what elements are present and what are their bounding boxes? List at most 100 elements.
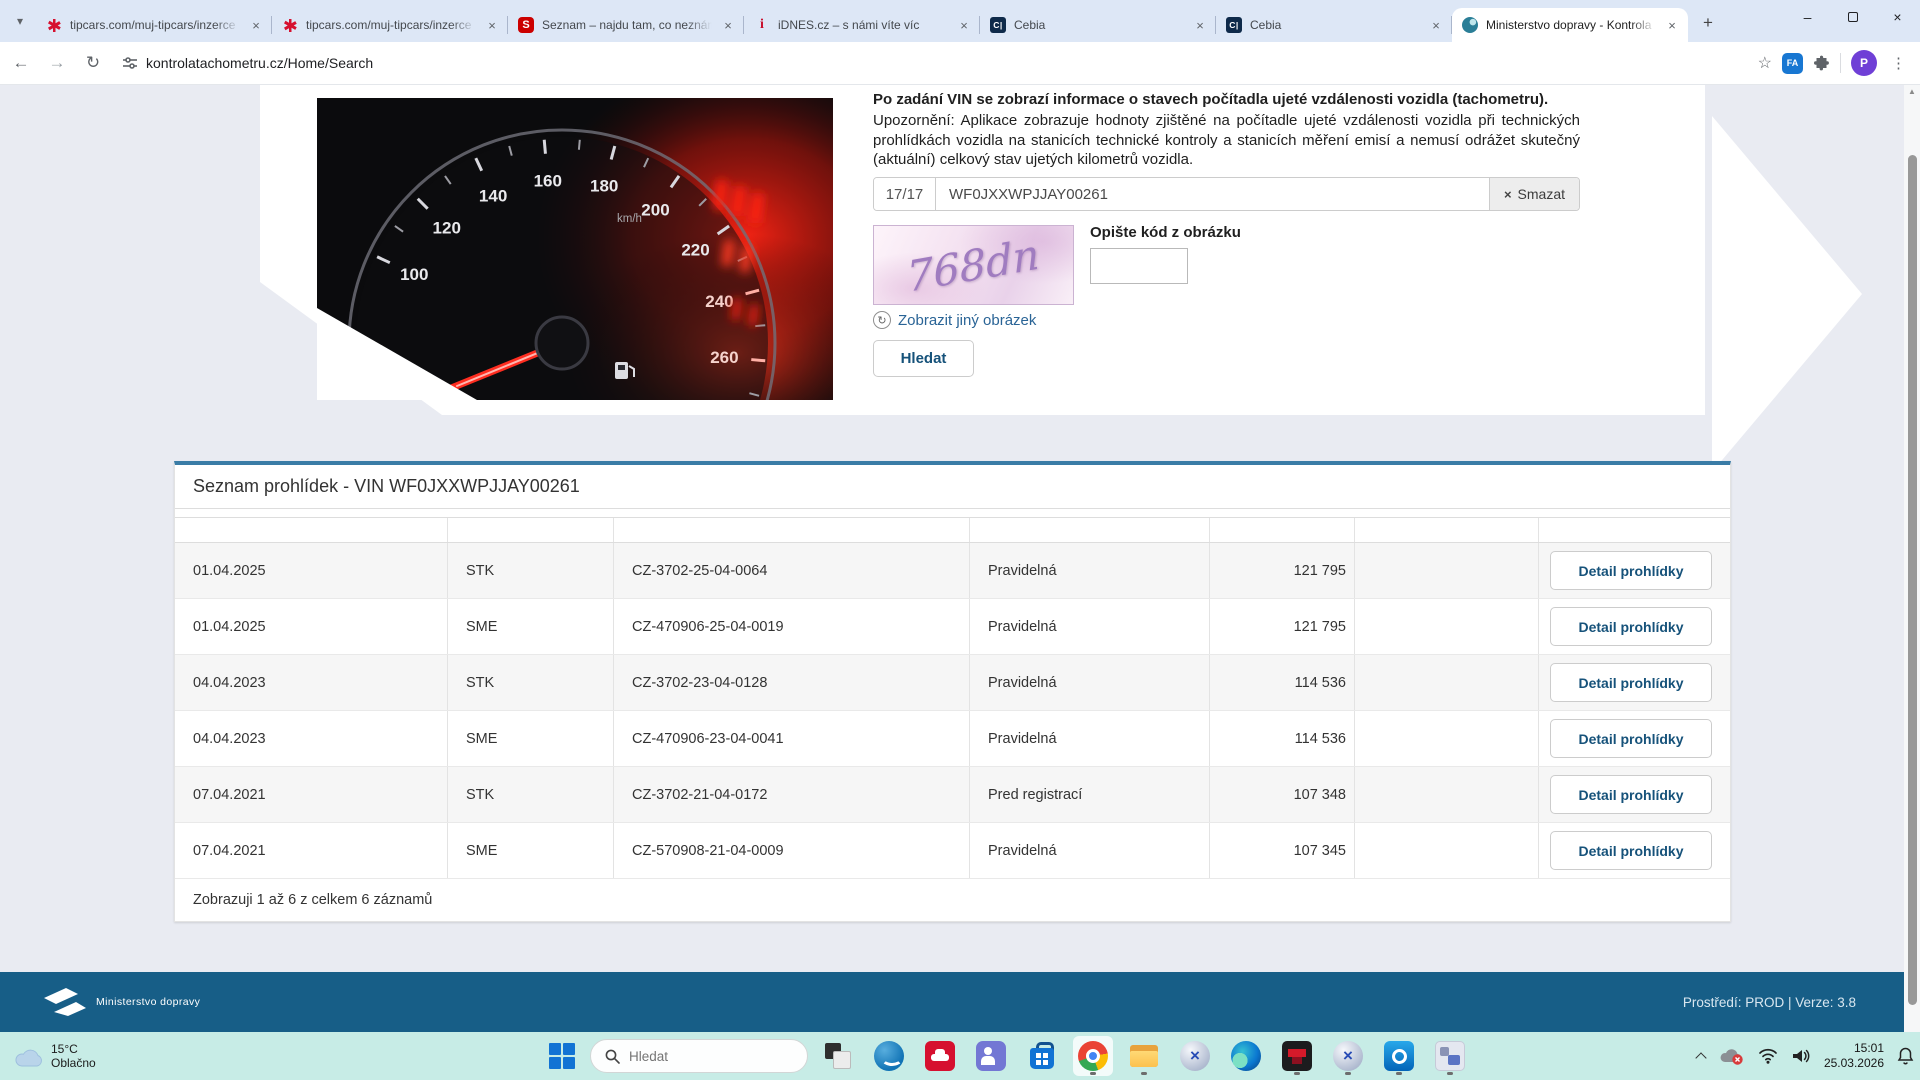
cebia-favicon-icon [990, 17, 1006, 33]
tab-search-button[interactable]: ▾ [6, 7, 34, 35]
vin-search-section: Po zadání VIN se zobrazí informace o sta… [873, 85, 1580, 465]
cell-datum: 01.04.2025 [175, 599, 447, 654]
browser-tab[interactable]: Ministerstvo dopravy - Kontrola × [1452, 8, 1688, 42]
tab-close-icon[interactable]: × [956, 17, 972, 33]
tab-close-icon[interactable]: × [1664, 17, 1680, 33]
taskbar: 15°C Oblačno [0, 1032, 1920, 1080]
cell-actions: Detail prohlídky [1538, 543, 1730, 598]
taskbar-search[interactable] [590, 1039, 808, 1073]
captcha-input[interactable] [1090, 248, 1188, 284]
tab-title: iDNES.cz – s námi víte víc [778, 18, 948, 32]
taskbar-edge-button[interactable] [1226, 1036, 1266, 1076]
inspection-row: 04.04.2023 SME CZ-470906-23-04-0041 Prav… [175, 711, 1730, 767]
cebia-favicon-icon [1226, 17, 1242, 33]
inspections-table: 01.04.2025 STK CZ-3702-25-04-0064 Pravid… [175, 517, 1730, 879]
cell-actions: Detail prohlídky [1538, 767, 1730, 822]
weather-widget[interactable]: 15°C Oblačno [14, 1042, 96, 1070]
taskbar-app-x-silver-button[interactable] [1175, 1036, 1215, 1076]
volume-icon[interactable] [1791, 1048, 1811, 1064]
browser-tab[interactable]: Cebia × [1216, 8, 1452, 42]
taskbar-outlook-button[interactable] [1379, 1036, 1419, 1076]
minimize-button[interactable]: – [1785, 0, 1830, 34]
browser-tab[interactable]: tipcars.com/muj-tipcars/inzerce × [36, 8, 272, 42]
column-header [447, 518, 613, 542]
clear-vin-label: Smazat [1518, 186, 1565, 202]
tray-chevron-up-icon[interactable] [1696, 1051, 1706, 1061]
site-footer: Ministerstvo dopravy Prostředí: PROD | V… [0, 972, 1920, 1032]
back-button[interactable]: ← [6, 48, 36, 78]
maximize-button[interactable] [1830, 0, 1875, 34]
browser-tab[interactable]: iDNES.cz – s námi víte víc × [744, 8, 980, 42]
tipcars-favicon-icon [282, 17, 298, 33]
close-button[interactable]: × [1875, 0, 1920, 34]
tab-close-icon[interactable]: × [484, 17, 500, 33]
taskbar-app-x-silver-2-button[interactable] [1328, 1036, 1368, 1076]
vin-input-group: 17/17 × Smazat [873, 177, 1580, 211]
cell-prohlidka: SME [447, 711, 613, 766]
taskbar-microsoft-store-button[interactable] [1022, 1036, 1062, 1076]
bookmark-star-icon[interactable]: ☆ [1758, 53, 1772, 73]
browser-menu-icon[interactable]: ⋮ [1887, 54, 1910, 72]
taskbar-puzzle-app-button[interactable] [1430, 1036, 1470, 1076]
refresh-captcha-link[interactable]: Zobrazit jiný obrázek [898, 312, 1036, 329]
dial-number: 200 [641, 200, 669, 219]
detail-button[interactable]: Detail prohlídky [1550, 775, 1712, 814]
cell-druh: Pravidelná [969, 543, 1209, 598]
tab-close-icon[interactable]: × [720, 17, 736, 33]
detail-button[interactable]: Detail prohlídky [1550, 607, 1712, 646]
taskbar-teams-button[interactable] [971, 1036, 1011, 1076]
window-controls: – × [1785, 0, 1920, 34]
taskbar-search-input[interactable] [629, 1049, 779, 1064]
tab-close-icon[interactable]: × [1192, 17, 1208, 33]
tab-close-icon[interactable]: × [1428, 17, 1444, 33]
taskbar-task-switcher-button[interactable] [818, 1036, 858, 1076]
browser-tab[interactable]: tipcars.com/muj-tipcars/inzerce × [272, 8, 508, 42]
cell-datum: 04.04.2023 [175, 711, 447, 766]
taskbar-file-explorer-button[interactable] [1124, 1036, 1164, 1076]
forward-button[interactable]: → [42, 48, 72, 78]
profile-avatar[interactable]: P [1851, 50, 1877, 76]
onedrive-error-icon[interactable] [1719, 1046, 1745, 1066]
clear-vin-button[interactable]: × Smazat [1489, 178, 1579, 210]
url-bar[interactable]: kontrolatachometru.cz/Home/Search [146, 55, 1758, 71]
scrollbar-up-icon[interactable]: ▲ [1904, 87, 1920, 96]
cell-datum: 07.04.2021 [175, 823, 447, 878]
browser-tab[interactable]: Cebia × [980, 8, 1216, 42]
detail-button[interactable]: Detail prohlídky [1550, 551, 1712, 590]
cell-protokol: CZ-470906-25-04-0019 [613, 599, 969, 654]
taskbar-car-game-button[interactable] [1277, 1036, 1317, 1076]
detail-button[interactable]: Detail prohlídky [1550, 831, 1712, 870]
taskbar-tipcars-app-button[interactable] [920, 1036, 960, 1076]
extensions-puzzle-icon[interactable] [1813, 55, 1830, 72]
new-tab-button[interactable]: + [1694, 9, 1722, 37]
wifi-icon[interactable] [1758, 1048, 1778, 1064]
reload-button[interactable]: ↻ [78, 48, 108, 78]
search-button[interactable]: Hledat [873, 340, 974, 377]
cell-prohlidka: STK [447, 655, 613, 710]
tab-close-icon[interactable]: × [248, 17, 264, 33]
detail-button[interactable]: Detail prohlídky [1550, 719, 1712, 758]
cell-datum: 04.04.2023 [175, 655, 447, 710]
x-mark-icon: × [1504, 187, 1512, 202]
inspection-row: 04.04.2023 STK CZ-3702-23-04-0128 Pravid… [175, 655, 1730, 711]
browser-tab[interactable]: Seznam – najdu tam, co neznám × [508, 8, 744, 42]
start-button[interactable] [549, 1043, 575, 1069]
notifications-bell-icon[interactable] [1897, 1047, 1914, 1065]
taskbar-chrome-button[interactable] [1073, 1036, 1113, 1076]
captcha-code-text: 768dn [906, 229, 1042, 301]
page-scrollbar[interactable]: ▲ [1904, 85, 1920, 1032]
ministry-logo-icon [42, 985, 88, 1019]
scrollbar-thumb[interactable] [1908, 155, 1917, 1005]
table-header-row [175, 517, 1730, 543]
vin-input[interactable] [936, 178, 1489, 210]
cell-poznamka [1354, 823, 1538, 878]
cell-datum: 07.04.2021 [175, 767, 447, 822]
toolbar-right: ☆ FA P ⋮ [1758, 50, 1910, 76]
refresh-icon[interactable]: ↻ [873, 311, 891, 329]
detail-button[interactable]: Detail prohlídky [1550, 663, 1712, 702]
taskbar-clock[interactable]: 15:01 25.03.2026 [1824, 1041, 1884, 1071]
taskbar-openoffice-button[interactable] [869, 1036, 909, 1076]
inspection-row: 01.04.2025 STK CZ-3702-25-04-0064 Pravid… [175, 543, 1730, 599]
fa-extension-icon[interactable]: FA [1782, 53, 1803, 74]
site-info-icon[interactable] [122, 55, 138, 71]
